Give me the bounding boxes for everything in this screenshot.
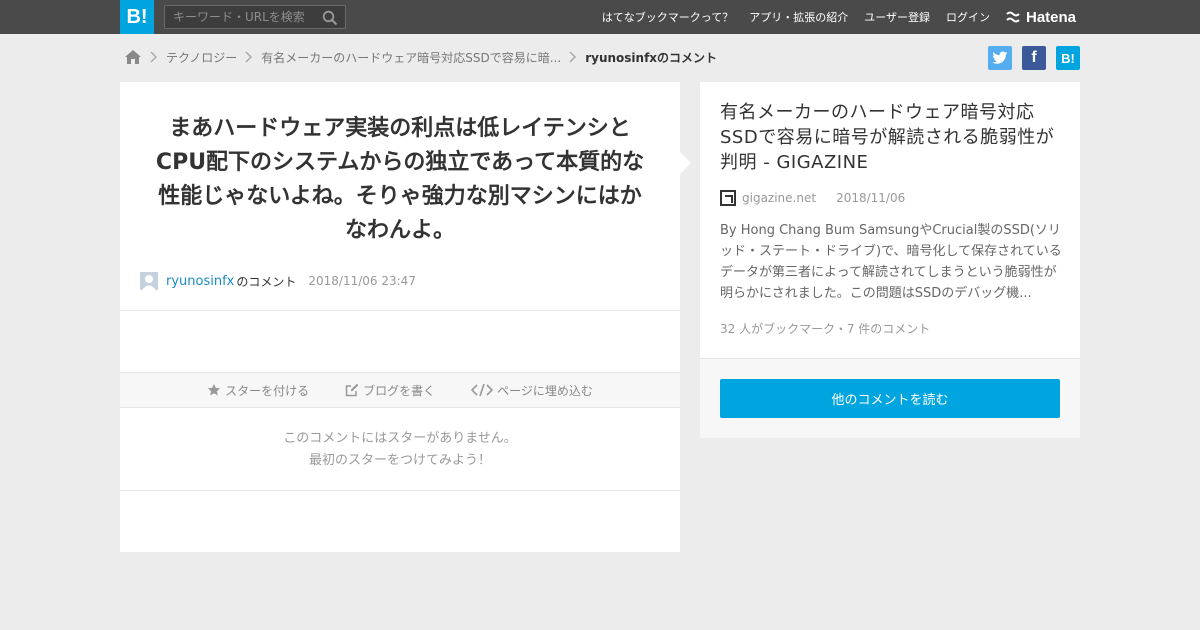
chevron-right-icon (245, 51, 253, 63)
write-blog-label: ブログを書く (363, 383, 436, 398)
top-bar: B! はてなブックマークって？ アプリ・拡張の紹介 ユーザー登録 ログイン Ha… (0, 0, 1200, 34)
entry-bookmark-count[interactable]: 32 人がブックマーク・7 件のコメント (720, 320, 930, 337)
read-other-comments-button[interactable]: 他のコメントを読む (720, 379, 1060, 418)
add-star-label: スターを付ける (225, 383, 310, 398)
embed-label: ページに埋め込む (497, 383, 593, 398)
breadcrumb-current: ryunosinfxのコメント (585, 50, 718, 65)
no-star-line-2: 最初のスターをつけてみよう！ (308, 453, 491, 468)
hatena-brand-text: Hatena (1026, 8, 1077, 26)
twitter-share-button[interactable] (988, 46, 1012, 70)
home-icon[interactable] (124, 49, 142, 65)
nav-about[interactable]: はてなブックマークって？ (602, 9, 733, 25)
entry-card: 有名メーカーのハードウェア暗号対応SSDで容易に暗号が解読される脆弱性が判明 -… (700, 82, 1080, 358)
write-blog-button[interactable]: ブログを書く (345, 382, 435, 399)
comment-meta: ryunosinfx のコメント 2018/11/06 23:47 (140, 272, 416, 290)
add-star-button[interactable]: スターを付ける (207, 382, 309, 399)
entry-domain[interactable]: gigazine.net (742, 191, 816, 205)
search-box (164, 5, 346, 29)
share-buttons: f B! (988, 46, 1080, 70)
hatena-brand-logo[interactable]: Hatena (1006, 8, 1076, 26)
no-star-message: このコメントにはスターがありません。 最初のスターをつけてみよう！ (120, 428, 680, 472)
entry-date: 2018/11/06 (836, 191, 906, 205)
edit-icon (345, 383, 359, 397)
twitter-icon (992, 51, 1008, 64)
comment-user-suffix: のコメント (236, 274, 297, 289)
chevron-right-icon (150, 51, 158, 63)
embed-button[interactable]: ページに埋め込む (471, 382, 593, 399)
facebook-share-button[interactable]: f (1022, 46, 1046, 70)
comment-user-link[interactable]: ryunosinfx (166, 274, 234, 289)
comment-action-bar: スターを付ける ブログを書く ページに埋め込む (120, 372, 680, 408)
card-pointer (680, 152, 691, 174)
comment-datetime: 2018/11/06 23:47 (308, 274, 416, 288)
search-icon[interactable] (321, 9, 339, 27)
divider (120, 310, 680, 311)
top-nav: はてなブックマークって？ アプリ・拡張の紹介 ユーザー登録 ログイン (602, 0, 990, 34)
comment-card: まあハードウェア実装の利点は低レイテンシとCPU配下のシステムからの独立であって… (120, 82, 680, 552)
chevron-right-icon (569, 51, 577, 63)
breadcrumb: テクノロジー 有名メーカーのハードウェア暗号対応SSDで容易に暗... ryun… (124, 46, 717, 68)
read-more-area: 他のコメントを読む (700, 358, 1080, 438)
breadcrumb-entry[interactable]: 有名メーカーのハードウェア暗号対応SSDで容易に暗... (261, 49, 561, 66)
hatena-bookmark-logo[interactable]: B! (120, 0, 154, 34)
hatena-mark-icon (1006, 11, 1020, 23)
hatena-bookmark-share-button[interactable]: B! (1056, 46, 1080, 70)
nav-apps[interactable]: アプリ・拡張の紹介 (749, 9, 848, 25)
nav-login[interactable]: ログイン (946, 9, 990, 25)
code-icon (471, 383, 494, 397)
divider (120, 490, 680, 491)
entry-title[interactable]: 有名メーカーのハードウェア暗号対応SSDで容易に暗号が解読される脆弱性が判明 -… (720, 100, 1065, 175)
comment-text: まあハードウェア実装の利点は低レイテンシとCPU配下のシステムからの独立であって… (155, 116, 645, 243)
star-icon (207, 383, 221, 396)
entry-source: gigazine.net 2018/11/06 (720, 190, 905, 206)
nav-register[interactable]: ユーザー登録 (864, 9, 930, 25)
breadcrumb-category[interactable]: テクノロジー (166, 49, 237, 66)
avatar[interactable] (140, 272, 158, 290)
no-star-line-1: このコメントにはスターがありません。 (283, 431, 517, 446)
entry-description: By Hong Chang Bum SamsungやCrucial製のSSD(ソ… (720, 223, 1062, 301)
search-input[interactable] (165, 6, 317, 28)
site-favicon-icon (720, 190, 736, 206)
